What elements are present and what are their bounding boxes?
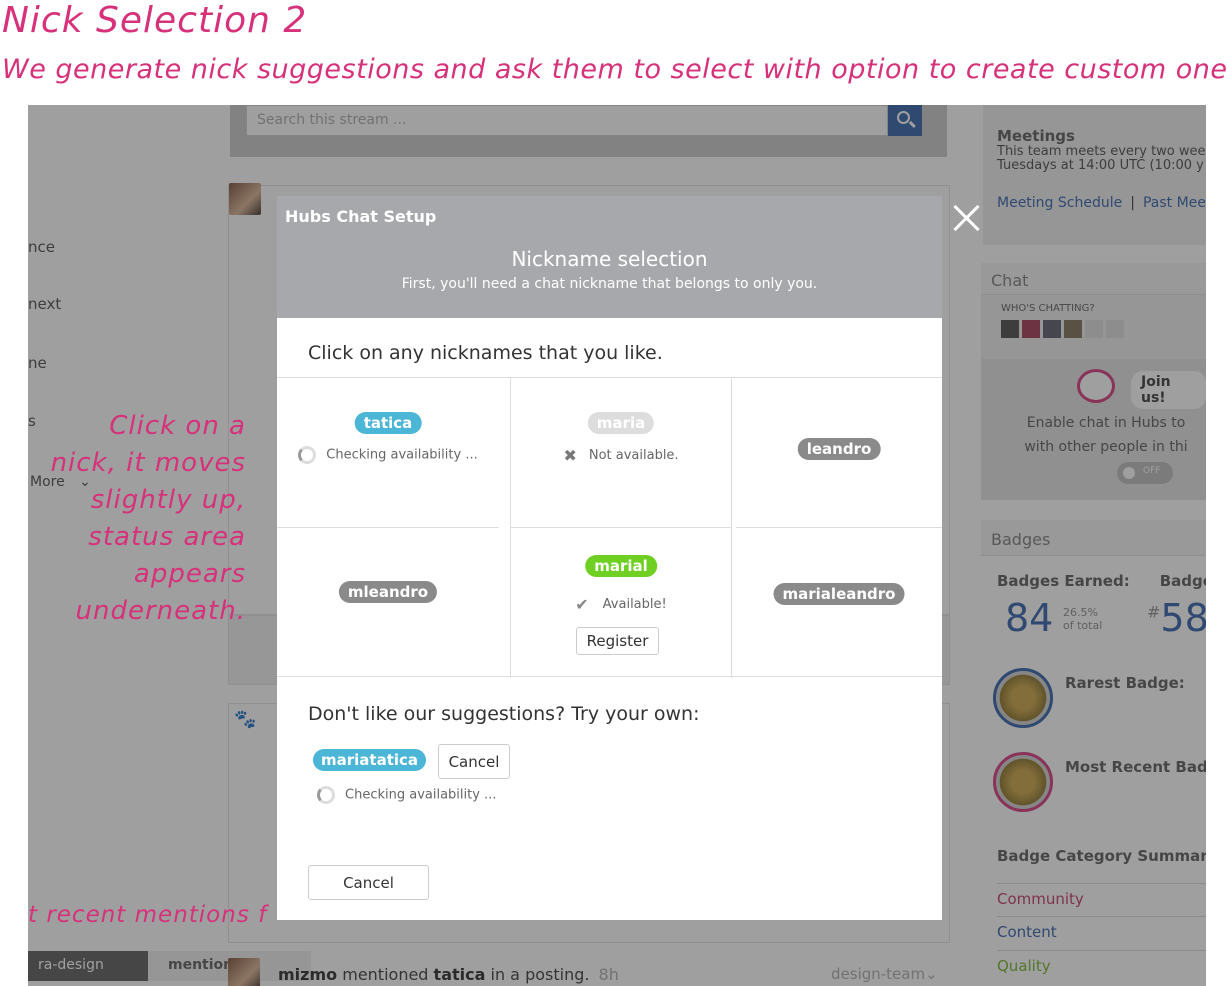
- annotation-title: Nick Selection 2: [2, 0, 308, 41]
- nick-pill[interactable]: tatica: [354, 412, 422, 434]
- nick-prompt: Click on any nicknames that you like.: [308, 342, 663, 364]
- modal-app-title: Hubs Chat Setup: [285, 207, 437, 226]
- nick-pill[interactable]: mleandro: [338, 581, 438, 603]
- nick-status: Checking availability ...: [277, 446, 499, 464]
- nick-cell[interactable]: tatica Checking availability ...: [277, 378, 499, 528]
- cancel-button[interactable]: Cancel: [308, 865, 429, 900]
- nick-status: ✖ Not available.: [511, 446, 731, 465]
- custom-nick-input[interactable]: mariatatica: [313, 749, 427, 771]
- custom-nick-status: Checking availability ...: [317, 786, 496, 804]
- nick-pill[interactable]: maria: [587, 412, 655, 434]
- nick-status-text: Available!: [602, 597, 667, 612]
- nick-status-text: Checking availability ...: [326, 447, 478, 463]
- nick-cell[interactable]: marialeandro: [736, 528, 942, 678]
- register-button[interactable]: Register: [576, 627, 659, 655]
- annotation-click-note: Click on a nick, it moves slightly up, s…: [50, 411, 246, 626]
- nick-cell[interactable]: mleandro: [277, 528, 499, 678]
- nick-cell[interactable]: maria ✖ Not available.: [510, 378, 732, 528]
- nick-status: ✔ Available!: [511, 595, 731, 614]
- close-icon: ✖: [563, 446, 577, 465]
- nick-grid: tatica Checking availability ... maria ✖…: [277, 377, 942, 678]
- checkmark-icon: ✔: [575, 595, 589, 614]
- modal-subtitle: First, you'll need a chat nickname that …: [401, 276, 818, 292]
- close-icon[interactable]: [951, 203, 981, 233]
- nick-cell[interactable]: marial ✔ Available! Register: [510, 528, 732, 678]
- modal-title: Nickname selection: [511, 247, 708, 271]
- modal-header: Hubs Chat Setup Nickname selection First…: [277, 196, 942, 318]
- nick-status-text: Not available.: [588, 448, 679, 463]
- custom-nick-prompt: Don't like our suggestions? Try your own…: [308, 703, 700, 725]
- annotation-mentions-note: t recent mentions f: [28, 902, 268, 928]
- spinner-icon: [317, 786, 335, 804]
- nick-pill[interactable]: marialeandro: [773, 583, 905, 605]
- chat-setup-modal: Hubs Chat Setup Nickname selection First…: [277, 196, 942, 920]
- nick-pill[interactable]: leandro: [797, 438, 881, 460]
- nick-pill[interactable]: marial: [585, 555, 657, 577]
- nick-cell[interactable]: leandro: [736, 378, 942, 528]
- spinner-icon: [298, 446, 317, 464]
- custom-status-text: Checking availability ...: [345, 787, 497, 803]
- annotation-subtitle: We generate nick suggestions and ask the…: [2, 54, 1228, 85]
- custom-cancel-button[interactable]: Cancel: [438, 744, 510, 779]
